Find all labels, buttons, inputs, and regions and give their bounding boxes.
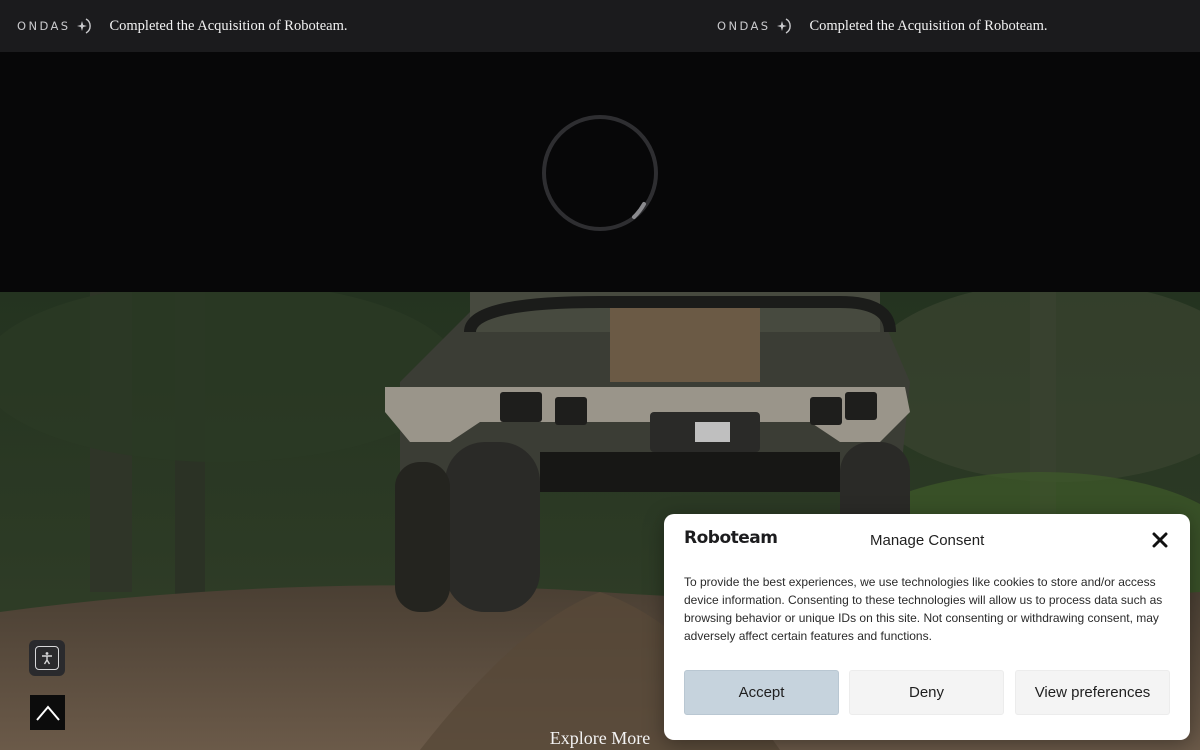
consent-description: To provide the best experiences, we use …	[684, 575, 1163, 643]
ticker-item[interactable]: ONDAS Completed the Acquisition of Robot…	[717, 0, 1048, 52]
cookie-consent-dialog: Roboteam Manage Consent To provide the b…	[664, 514, 1190, 740]
view-preferences-button[interactable]: View preferences	[1015, 670, 1170, 715]
accept-button[interactable]: Accept	[684, 670, 839, 715]
deny-button[interactable]: Deny	[849, 670, 1004, 715]
consent-title: Manage Consent	[870, 532, 985, 549]
accessibility-button[interactable]	[29, 640, 65, 676]
ticker-text: Completed the Acquisition of Roboteam.	[109, 17, 348, 34]
loading-spinner-icon	[542, 115, 658, 231]
ondas-logo: ONDAS	[17, 16, 94, 36]
chevron-up-icon	[35, 704, 60, 721]
close-button[interactable]	[1150, 530, 1170, 550]
video-loading-area	[0, 52, 1200, 292]
ticker-item[interactable]: ONDAS Completed the Acquisition of Robot…	[17, 0, 348, 52]
close-icon	[1152, 532, 1168, 548]
scroll-to-top-button[interactable]	[30, 695, 65, 730]
ondas-spark-icon	[777, 18, 792, 34]
ondas-spark-icon	[77, 18, 92, 34]
accessibility-icon	[35, 646, 59, 670]
ondas-logo: ONDAS	[717, 16, 794, 36]
roboteam-logo: Roboteam	[684, 528, 778, 548]
announcement-ticker: ONDAS Completed the Acquisition of Robot…	[0, 0, 1200, 52]
ticker-text: Completed the Acquisition of Roboteam.	[809, 17, 1048, 34]
